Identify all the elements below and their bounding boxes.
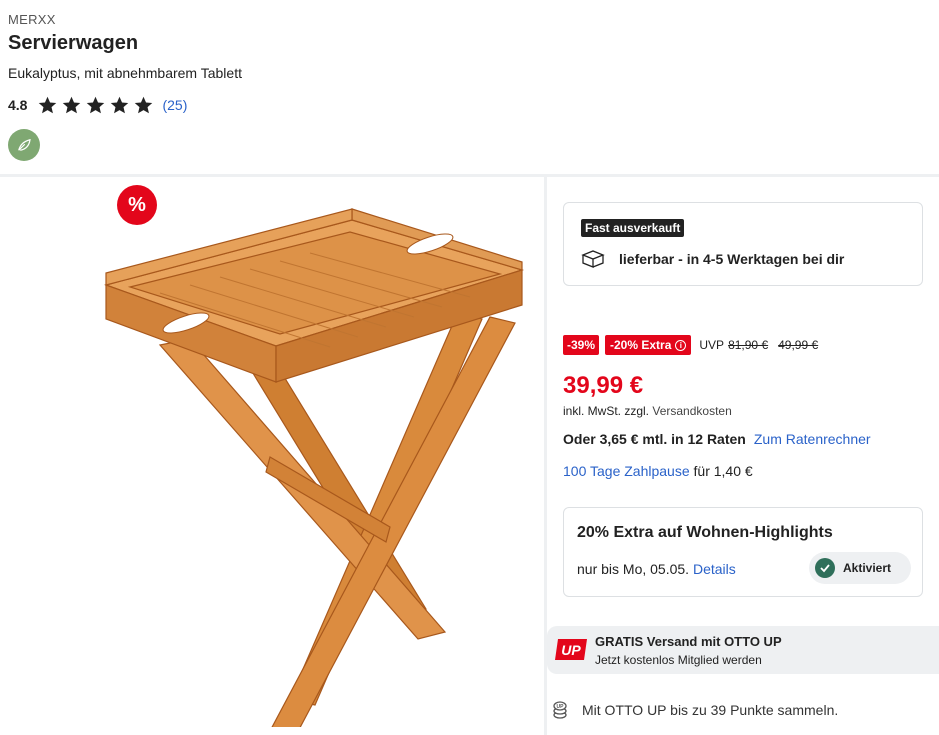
installment-text: Oder 3,65 € mtl. in 12 Raten xyxy=(563,431,746,447)
product-title: Servierwagen xyxy=(8,32,139,54)
delivery-text: lieferbar - in 4-5 Werktagen bei dir xyxy=(619,251,845,267)
leaf-icon xyxy=(18,138,31,151)
uvp-label: UVP xyxy=(699,338,725,352)
rating-value: 4.8 xyxy=(8,97,28,113)
tax-info: inkl. MwSt. zzgl. Versandkosten xyxy=(563,404,732,418)
extra-discount-badge[interactable]: -20% Extra i xyxy=(605,335,692,355)
stock-badge: Fast ausverkauft xyxy=(581,219,685,237)
points-row: UP Mit OTTO UP bis zu 39 Punkte sammeln. xyxy=(552,700,838,720)
rating-stars xyxy=(37,95,154,116)
otto-up-title: GRATIS Versand mit OTTO UP xyxy=(595,634,782,649)
promo-until-text: nur bis Mo, 05.05. xyxy=(577,561,690,577)
check-icon xyxy=(815,558,835,578)
shipping-costs-link[interactable]: Versandkosten xyxy=(652,404,731,418)
promo-validity: nur bis Mo, 05.05. Details xyxy=(577,561,736,577)
info-icon: i xyxy=(675,339,687,351)
otto-up-subtitle: Jetzt kostenlos Mitglied werden xyxy=(595,653,762,667)
sustainability-badge[interactable] xyxy=(8,129,40,161)
otto-up-banner[interactable]: UP GRATIS Versand mit OTTO UP Jetzt kost… xyxy=(547,626,939,674)
product-image-area[interactable]: % xyxy=(0,177,544,735)
package-icon xyxy=(581,250,605,268)
price-badges: -39% -20% Extra i UVP 81,90 € 49,99 € xyxy=(563,334,818,356)
discount-badge: -39% xyxy=(563,335,600,355)
star-icon xyxy=(87,96,105,113)
otto-up-logo: UP xyxy=(555,639,587,660)
review-count-link[interactable]: (25) xyxy=(162,97,187,113)
star-icon xyxy=(39,96,57,113)
product-image xyxy=(103,208,525,727)
brand-name[interactable]: MERXX xyxy=(8,12,56,27)
extra-discount-label: -20% Extra xyxy=(610,338,672,352)
coins-icon: UP xyxy=(553,701,567,719)
otto-up-logo-text: UP xyxy=(561,642,581,658)
rate-calculator-link[interactable]: Zum Ratenrechner xyxy=(754,431,871,447)
sale-badge: % xyxy=(117,185,157,225)
activated-label: Aktiviert xyxy=(843,561,892,575)
tax-prefix: inkl. MwSt. zzgl. xyxy=(563,404,650,418)
product-subtitle: Eukalyptus, mit abnehmbarem Tablett xyxy=(8,65,242,81)
current-price: 39,99 € xyxy=(563,372,644,399)
star-icon xyxy=(135,96,153,113)
uvp-price: UVP 81,90 € xyxy=(699,338,768,352)
delivery-box: Fast ausverkauft lieferbar - in 4-5 Werk… xyxy=(563,202,923,286)
payment-pause-row: 100 Tage Zahlpause für 1,40 € xyxy=(563,463,753,479)
installment-row: Oder 3,65 € mtl. in 12 Raten Zum Ratenre… xyxy=(563,431,871,447)
promo-details-link[interactable]: Details xyxy=(693,561,736,577)
uvp-value: 81,90 € xyxy=(728,338,769,352)
old-price: 49,99 € xyxy=(778,338,819,352)
product-header: MERXX Servierwagen Eukalyptus, mit abneh… xyxy=(0,0,939,174)
delivery-row: lieferbar - in 4-5 Werktagen bei dir xyxy=(581,249,844,269)
points-text: Mit OTTO UP bis zu 39 Punkte sammeln. xyxy=(582,702,839,718)
rating: 4.8 (25) xyxy=(8,94,187,116)
payment-pause-fee: für 1,40 € xyxy=(693,463,753,479)
promo-activated-toggle[interactable]: Aktiviert xyxy=(809,552,911,584)
promo-box: 20% Extra auf Wohnen-Highlights nur bis … xyxy=(563,507,923,597)
svg-text:UP: UP xyxy=(557,704,565,710)
promo-title: 20% Extra auf Wohnen-Highlights xyxy=(577,524,833,541)
star-icon xyxy=(111,96,129,113)
payment-pause-link[interactable]: 100 Tage Zahlpause xyxy=(563,463,690,479)
star-icon xyxy=(63,96,81,113)
